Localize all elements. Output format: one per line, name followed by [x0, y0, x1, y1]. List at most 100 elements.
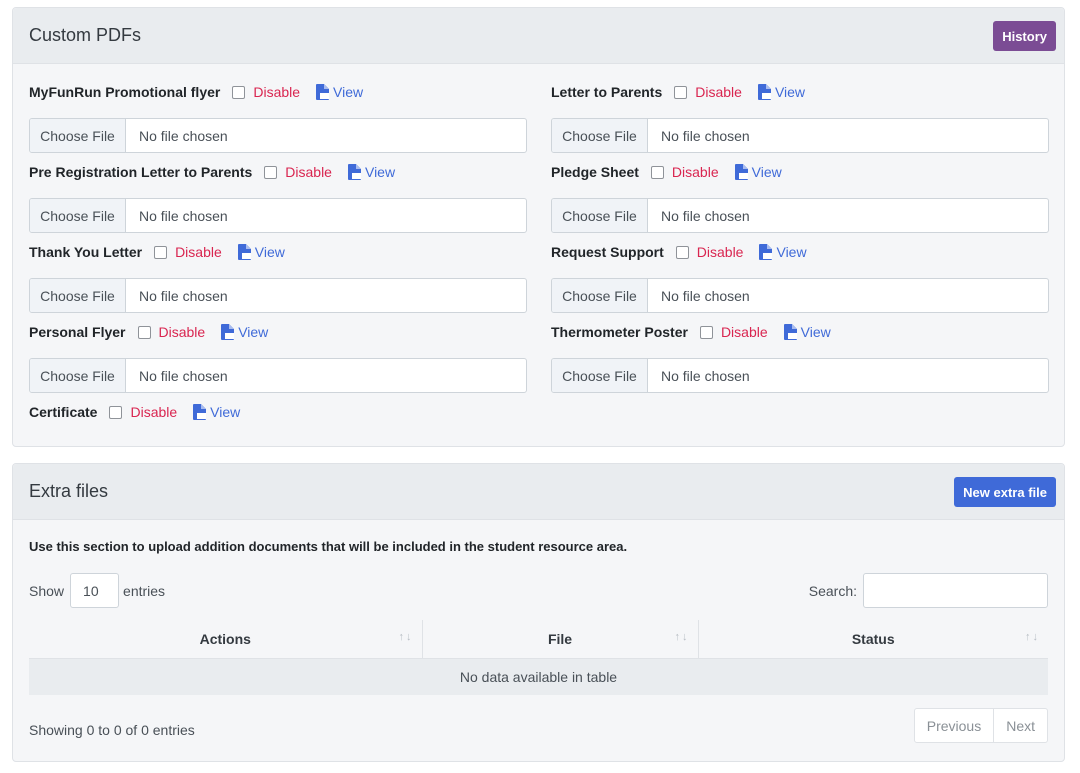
view-link[interactable]: View [752, 164, 782, 180]
pdf-file-icon[interactable] [347, 164, 361, 180]
disable-checkbox[interactable] [232, 85, 246, 99]
choose-file-button[interactable]: Choose File [30, 279, 126, 312]
file-input[interactable]: Choose File No file chosen [29, 278, 527, 313]
column-header-file[interactable]: File ↑↓ [422, 620, 699, 659]
pdf-field: MyFunRun Promotional flyer Disable View Cho… [29, 82, 527, 153]
pdf-file-icon[interactable] [757, 84, 771, 100]
pdf-file-icon[interactable] [221, 324, 235, 340]
view-link[interactable]: View [775, 84, 805, 100]
view-link[interactable]: View [776, 244, 806, 260]
disable-checkbox[interactable] [109, 405, 123, 419]
pdf-file-icon[interactable] [734, 164, 748, 180]
entries-label: entries [123, 582, 166, 599]
disable-checkbox[interactable] [154, 245, 168, 259]
file-input[interactable]: Choose File No file chosen [551, 278, 1049, 313]
view-link[interactable]: View [238, 324, 268, 340]
view-link[interactable]: View [333, 84, 363, 100]
extra-files-title: Extra files [29, 481, 109, 501]
sort-arrows-icon: ↑↓ [674, 631, 690, 643]
view-link[interactable]: View [255, 244, 285, 260]
pdf-field-label-row: Personal Flyer Disable View [29, 322, 527, 342]
pdf-field-label-row: Pledge Sheet Disable View [551, 162, 1049, 182]
custom-pdfs-header: Custom PDFs History [13, 8, 1064, 64]
choose-file-button[interactable]: Choose File [552, 279, 648, 312]
file-input[interactable]: Choose File No file chosen [551, 358, 1049, 393]
pdf-field-label-row: Certificate Disable View [29, 402, 527, 422]
view-link[interactable]: View [801, 324, 831, 340]
pdf-field-label-row: MyFunRun Promotional flyer Disable View [29, 82, 527, 102]
pdf-field: Certificate Disable View [29, 402, 527, 422]
sort-arrows-icon: ↑↓ [1025, 631, 1040, 643]
file-name-display: No file chosen [661, 127, 750, 144]
disable-checkbox[interactable] [650, 165, 664, 179]
pdf-field: Letter to Parents Disable View Choose File N… [551, 82, 1049, 153]
pdf-field-label-row: Pre Registration Letter to Parents Disabl… [29, 162, 527, 182]
disable-label: Disable [720, 324, 768, 340]
file-input[interactable]: Choose File No file chosen [29, 118, 527, 153]
pdf-field-name: Thank You Letter [29, 244, 143, 260]
previous-button[interactable]: Previous [915, 709, 993, 742]
column-header-actions[interactable]: Actions ↑↓ [29, 620, 423, 659]
pdf-field: Thank You Letter Disable View Choose File No… [29, 242, 527, 313]
next-button[interactable]: Next [993, 709, 1047, 742]
column-header-label: Actions [199, 630, 251, 647]
file-input[interactable]: Choose File No file chosen [29, 358, 527, 393]
disable-checkbox[interactable] [699, 325, 713, 339]
choose-file-button[interactable]: Choose File [30, 199, 126, 232]
new-extra-file-button[interactable]: New extra file [954, 477, 1056, 507]
file-input[interactable]: Choose File No file chosen [551, 118, 1049, 153]
pdf-field: Request Support Disable View Choose File No … [551, 242, 1049, 313]
pdf-field-name: Request Support [551, 244, 664, 260]
pdf-field: Pre Registration Letter to Parents Disabl… [29, 162, 527, 233]
file-name-display: No file chosen [139, 127, 228, 144]
file-name-display: No file chosen [661, 287, 750, 304]
disable-checkbox[interactable] [137, 325, 151, 339]
file-input[interactable]: Choose File No file chosen [551, 198, 1049, 233]
file-name-display: No file chosen [139, 287, 228, 304]
pdf-field-name: Letter to Parents [551, 84, 663, 100]
disable-checkbox[interactable] [264, 165, 278, 179]
extra-files-card: Extra files New extra file Use this sect… [12, 463, 1065, 762]
entries-select[interactable]: 10 [70, 573, 120, 608]
pdf-file-icon[interactable] [237, 244, 251, 260]
file-input[interactable]: Choose File No file chosen [29, 198, 527, 233]
pdf-field-name: Thermometer Poster [551, 324, 688, 340]
file-name-display: No file chosen [661, 207, 750, 224]
pdf-file-icon[interactable] [759, 244, 773, 260]
custom-pdfs-title: Custom PDFs [29, 25, 142, 45]
pdf-field: Thermometer Poster Disable View Choose File… [551, 322, 1049, 393]
pdf-field: Personal Flyer Disable View Choose File No f… [29, 322, 527, 393]
choose-file-button[interactable]: Choose File [552, 119, 648, 152]
choose-file-button[interactable]: Choose File [30, 359, 126, 392]
disable-label: Disable [285, 164, 332, 180]
disable-label: Disable [175, 244, 222, 260]
disable-label: Disable [158, 324, 206, 340]
pdf-file-icon[interactable] [193, 404, 207, 420]
choose-file-button[interactable]: Choose File [552, 199, 648, 232]
pdf-file-icon[interactable] [783, 324, 797, 340]
table-info: Showing 0 to 0 of 0 entries [29, 722, 195, 738]
choose-file-button[interactable]: Choose File [552, 359, 648, 392]
table-header-row: Actions ↑↓ File ↑↓ Status ↑↓ [29, 620, 1048, 659]
view-link[interactable]: View [365, 164, 395, 180]
pdf-field-name: MyFunRun Promotional flyer [29, 84, 221, 100]
extra-files-table: Actions ↑↓ File ↑↓ Status ↑↓ No data ava… [29, 620, 1048, 695]
disable-label: Disable [253, 84, 301, 100]
extra-files-description: Use this section to upload addition docu… [29, 539, 628, 554]
disable-checkbox[interactable] [675, 245, 689, 259]
disable-label: Disable [696, 244, 744, 260]
pdf-field-label-row: Thermometer Poster Disable View [551, 322, 1049, 342]
view-link[interactable]: View [210, 404, 240, 420]
choose-file-button[interactable]: Choose File [30, 119, 126, 152]
disable-checkbox[interactable] [674, 85, 688, 99]
disable-label: Disable [671, 164, 719, 180]
column-header-label: Status [851, 630, 895, 647]
disable-label: Disable [130, 404, 178, 420]
column-header-status[interactable]: Status ↑↓ [698, 620, 1048, 659]
search-control: Search: [809, 573, 1048, 608]
file-name-display: No file chosen [139, 367, 228, 384]
history-button[interactable]: History [993, 21, 1056, 51]
search-input[interactable] [863, 573, 1048, 608]
pdf-field-name: Certificate [29, 404, 98, 420]
pdf-file-icon[interactable] [316, 84, 330, 100]
